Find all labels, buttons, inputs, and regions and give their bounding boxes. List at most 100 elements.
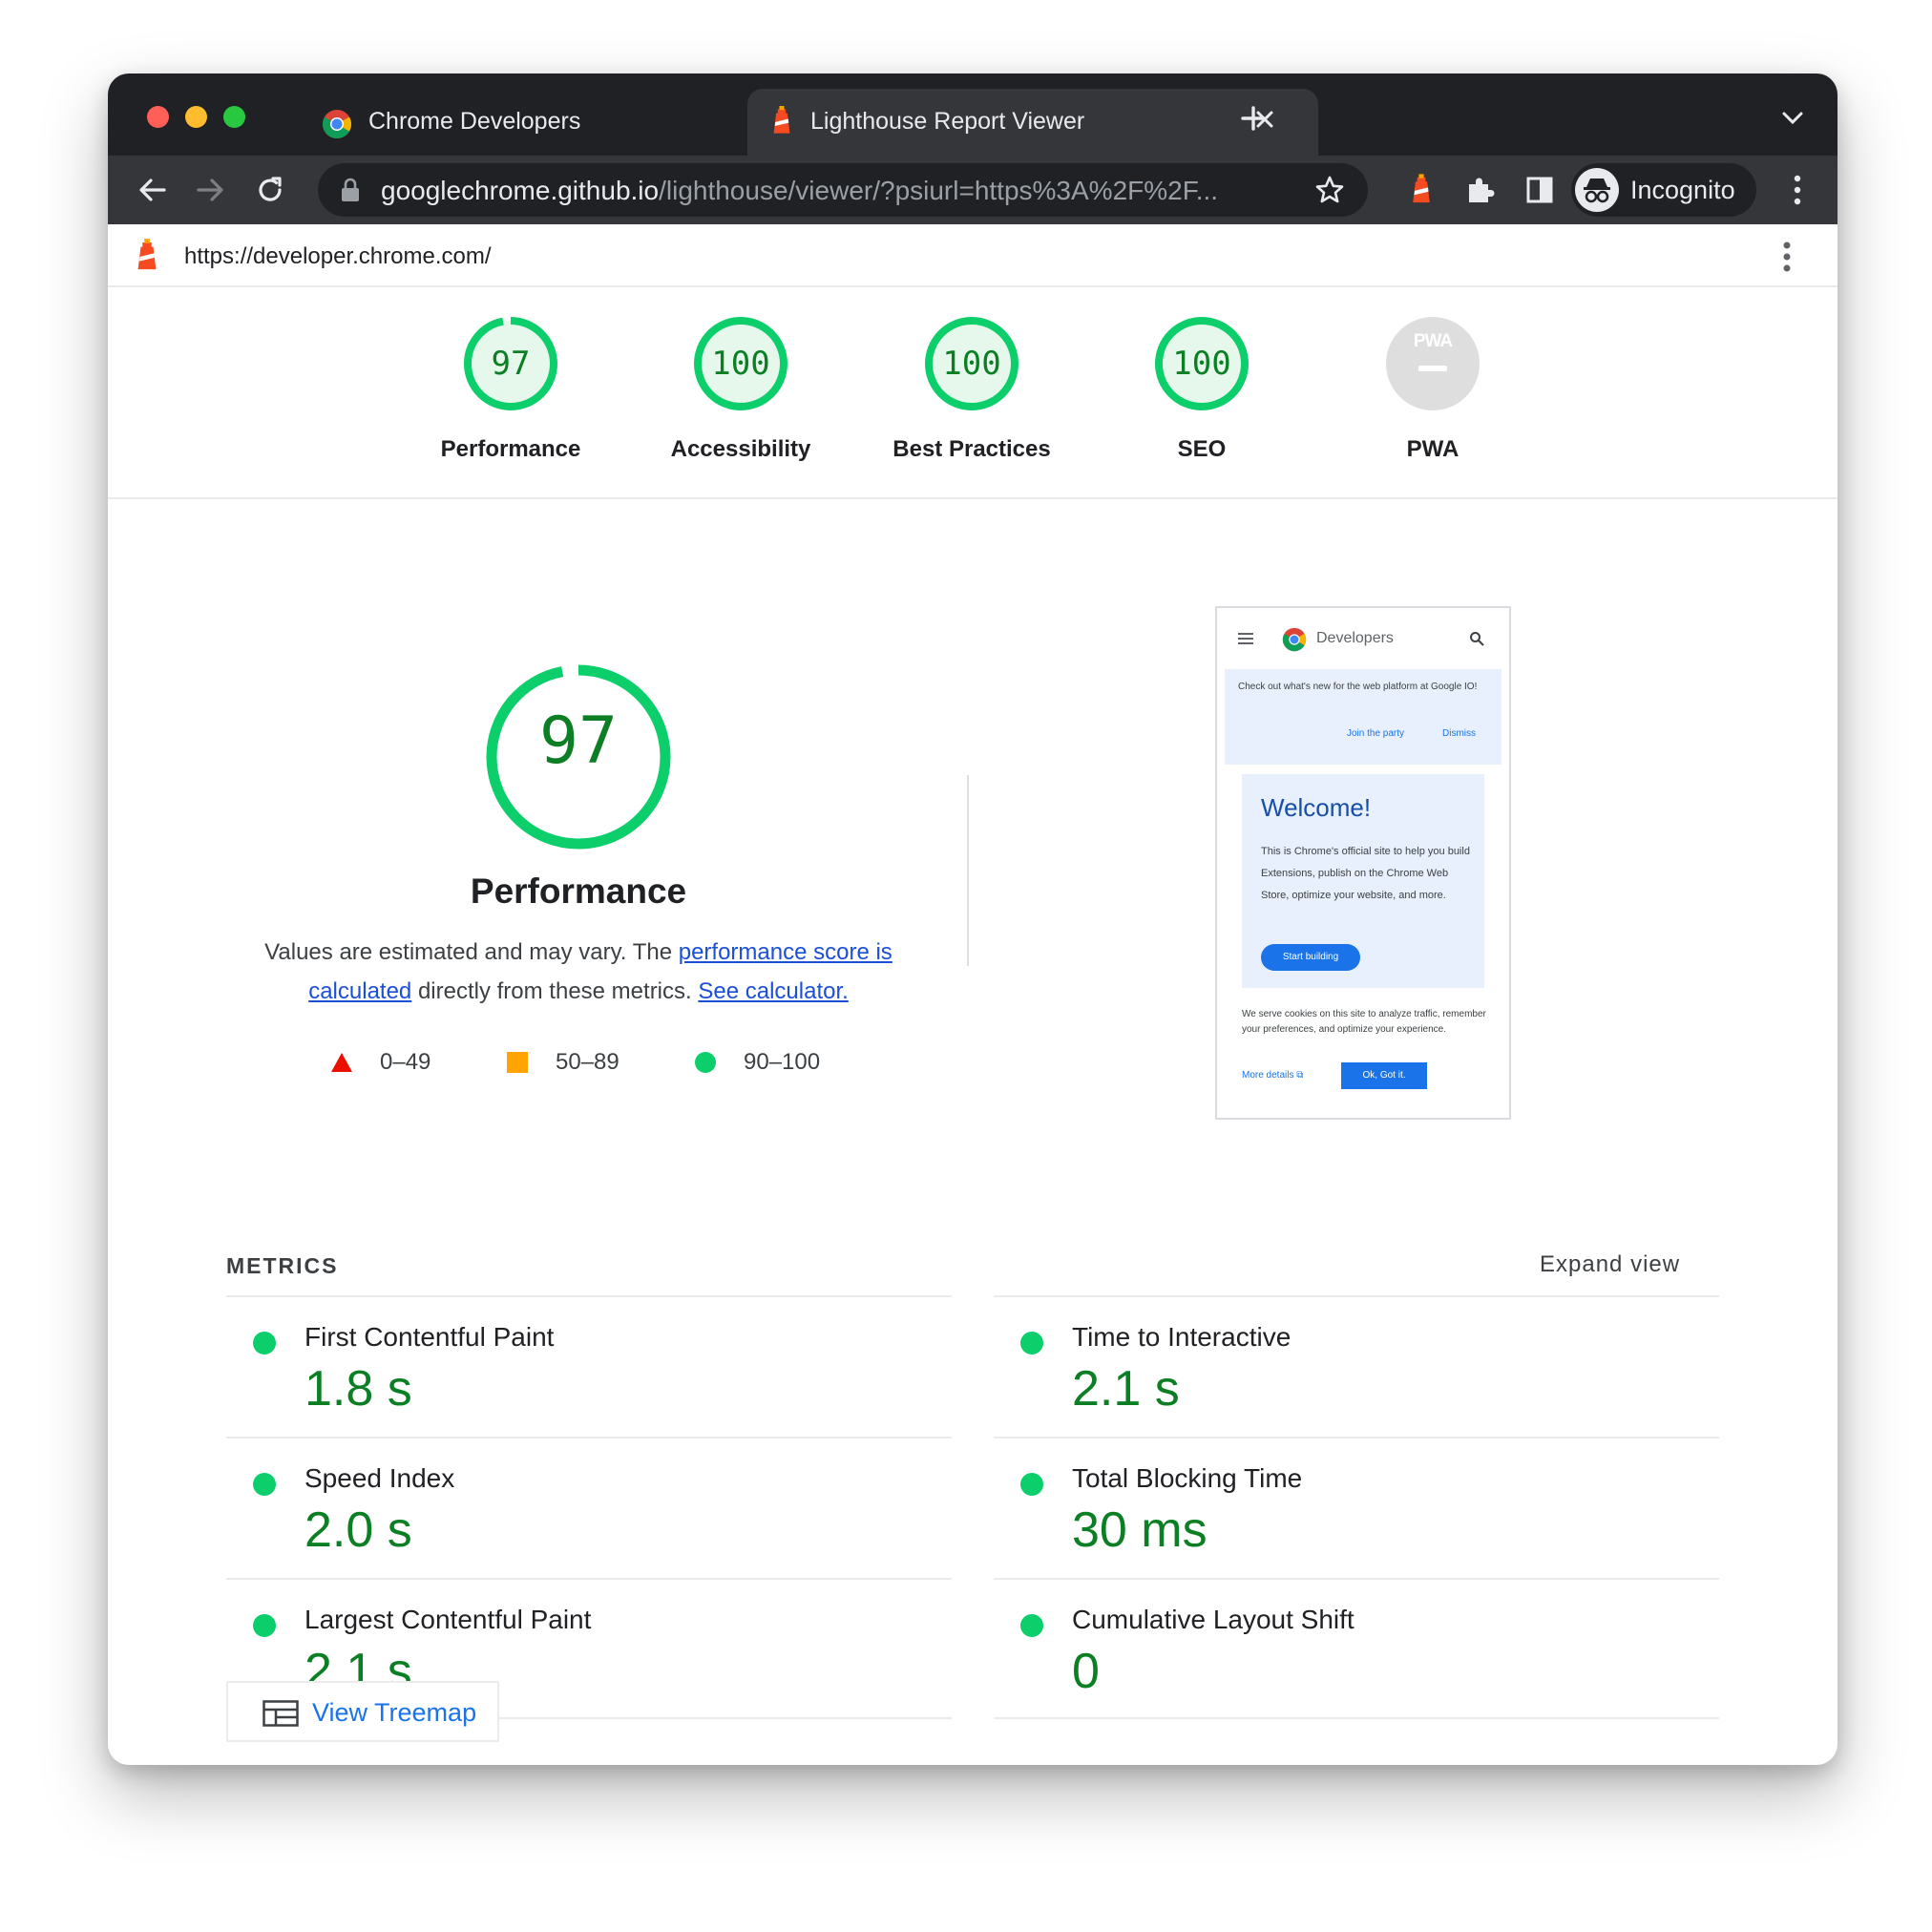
pwa-badge-text: PWA bbox=[1413, 331, 1453, 351]
lighthouse-icon bbox=[773, 106, 790, 134]
thumb-start-button: Start building bbox=[1261, 944, 1360, 971]
lighthouse-logo-icon bbox=[137, 239, 157, 270]
legend-range: 50–89 bbox=[556, 1049, 620, 1075]
legend-fail: 0–49 bbox=[330, 1045, 430, 1080]
metric-cumulative-layout-shift: Cumulative Layout Shift 0 bbox=[994, 1578, 1719, 1719]
report-menu-icon[interactable] bbox=[1777, 238, 1796, 276]
incognito-label: Incognito bbox=[1630, 176, 1735, 204]
thumb-more-details: More details ⧉ bbox=[1242, 1070, 1303, 1081]
lock-icon[interactable] bbox=[339, 178, 362, 202]
pwa-badge-icon bbox=[1386, 317, 1480, 410]
gauge-label: Best Practices bbox=[892, 436, 1051, 462]
gauge-label: SEO bbox=[1177, 436, 1227, 462]
reload-button[interactable] bbox=[249, 169, 291, 211]
gauge-label: Accessibility bbox=[670, 436, 811, 462]
thumb-banner: Check out what's new for the web platfor… bbox=[1225, 669, 1502, 765]
circle-icon bbox=[695, 1052, 716, 1073]
browser-window: Chrome Developers Lighthouse Report View… bbox=[108, 74, 1838, 1765]
category-gauges: 97 Performance 100 Accessibility 100 Bes… bbox=[108, 287, 1838, 499]
metric-speed-index: Speed Index 2.0 s bbox=[226, 1437, 952, 1578]
tab-title: Lighthouse Report Viewer bbox=[810, 108, 1085, 135]
metric-title: First Contentful Paint bbox=[304, 1322, 555, 1352]
new-tab-button[interactable] bbox=[1234, 99, 1272, 137]
metric-value: 1.8 s bbox=[304, 1361, 412, 1417]
pass-circle-icon bbox=[1020, 1332, 1043, 1354]
back-button[interactable] bbox=[132, 169, 174, 211]
forward-button[interactable] bbox=[189, 169, 231, 211]
external-link-icon: ⧉ bbox=[1296, 1070, 1304, 1081]
pwa-dash-icon bbox=[1418, 366, 1447, 371]
reload-icon bbox=[259, 177, 282, 201]
report-url[interactable]: https://developer.chrome.com/ bbox=[184, 243, 492, 270]
legend-range: 90–100 bbox=[744, 1049, 821, 1075]
desc-text: Values are estimated and may vary. The bbox=[264, 939, 679, 965]
arrow-left-icon bbox=[139, 178, 166, 201]
metric-title: Speed Index bbox=[304, 1463, 455, 1493]
thumb-welcome-text: This is Chrome's official site to help y… bbox=[1261, 846, 1470, 901]
legend-average: 50–89 bbox=[506, 1045, 620, 1080]
incognito-profile-button[interactable]: Incognito bbox=[1571, 163, 1756, 217]
gauge-score: 100 bbox=[711, 345, 770, 383]
pass-circle-icon bbox=[1020, 1614, 1043, 1637]
pass-circle-icon bbox=[253, 1332, 276, 1354]
score-legend: 0–49 50–89 90–100 bbox=[108, 1045, 1062, 1083]
gauge-score: 100 bbox=[1172, 345, 1231, 383]
square-icon bbox=[507, 1052, 528, 1073]
final-screenshot-thumbnail[interactable]: Developers Check out what's new for the … bbox=[1215, 606, 1511, 1120]
expand-view-toggle[interactable]: Expand view bbox=[1540, 1251, 1680, 1278]
thumb-welcome-title: Welcome! bbox=[1261, 793, 1372, 822]
tab-strip: Chrome Developers Lighthouse Report View… bbox=[108, 74, 1838, 156]
url-path: /lighthouse/viewer/?psiurl=https%3A%2F%2… bbox=[659, 176, 1219, 205]
plus-icon bbox=[1241, 106, 1266, 131]
thumb-join-link: Join the party bbox=[1347, 728, 1405, 739]
maximize-window-button[interactable] bbox=[223, 106, 245, 128]
metric-value: 2.0 s bbox=[304, 1502, 412, 1558]
gauge-label: PWA bbox=[1406, 436, 1460, 462]
gauge-performance[interactable]: 97 Performance bbox=[415, 316, 606, 469]
thumb-more-label: More details bbox=[1242, 1070, 1294, 1081]
metric-title: Time to Interactive bbox=[1072, 1322, 1292, 1352]
tab-search-button[interactable] bbox=[1778, 104, 1807, 133]
address-bar[interactable]: googlechrome.github.io/lighthouse/viewer… bbox=[318, 163, 1368, 217]
tab-title: Chrome Developers bbox=[368, 108, 581, 135]
legend-range: 0–49 bbox=[380, 1049, 431, 1075]
gauge-accessibility[interactable]: 100 Accessibility bbox=[645, 316, 836, 469]
gauge-seo[interactable]: 100 SEO bbox=[1106, 316, 1297, 469]
metric-title: Total Blocking Time bbox=[1072, 1463, 1303, 1493]
gauge-score: 97 bbox=[491, 345, 531, 383]
metrics-heading: METRICS bbox=[226, 1253, 339, 1278]
side-panel-button[interactable] bbox=[1522, 173, 1557, 207]
bookmark-star-icon[interactable] bbox=[1314, 175, 1345, 205]
metric-value: 30 ms bbox=[1072, 1502, 1208, 1558]
thumb-welcome-card: Welcome! This is Chrome's official site … bbox=[1242, 774, 1484, 988]
browser-menu-icon[interactable] bbox=[1788, 173, 1807, 207]
tab-lighthouse-report-viewer[interactable]: Lighthouse Report Viewer bbox=[747, 89, 1318, 156]
performance-score: 97 bbox=[539, 704, 618, 779]
treemap-icon bbox=[262, 1700, 299, 1727]
chevron-down-icon bbox=[1782, 112, 1803, 125]
thumb-ok-button: Ok, Got it. bbox=[1341, 1062, 1427, 1089]
legend-pass: 90–100 bbox=[694, 1045, 820, 1080]
url-host: googlechrome.github.io bbox=[381, 176, 660, 205]
chrome-logo-icon bbox=[1282, 627, 1307, 652]
see-calculator-link[interactable]: See calculator. bbox=[698, 978, 848, 1004]
thumb-header: Developers bbox=[1217, 608, 1509, 667]
lighthouse-extension-button[interactable] bbox=[1404, 173, 1438, 207]
performance-description: Values are estimated and may vary. The p… bbox=[244, 933, 913, 1011]
gauge-best-practices[interactable]: 100 Best Practices bbox=[876, 316, 1067, 469]
triangle-icon bbox=[331, 1053, 352, 1072]
minimize-window-button[interactable] bbox=[185, 106, 207, 128]
lighthouse-icon bbox=[1413, 174, 1430, 203]
url-text[interactable]: googlechrome.github.io/lighthouse/viewer… bbox=[381, 176, 1218, 206]
view-treemap-button[interactable]: View Treemap bbox=[226, 1681, 499, 1742]
thumb-cookie-text: We serve cookies on this site to analyze… bbox=[1242, 1009, 1486, 1035]
thumb-brand: Developers bbox=[1316, 630, 1394, 646]
metric-value: 2.1 s bbox=[1072, 1361, 1180, 1417]
extensions-button[interactable] bbox=[1463, 173, 1498, 207]
metric-time-to-interactive: Time to Interactive 2.1 s bbox=[994, 1295, 1719, 1437]
search-icon bbox=[1470, 632, 1484, 646]
close-window-button[interactable] bbox=[147, 106, 169, 128]
gauge-score: 100 bbox=[942, 345, 1001, 383]
arrow-right-icon bbox=[197, 178, 223, 201]
gauge-pwa[interactable]: PWA PWA bbox=[1337, 316, 1528, 469]
